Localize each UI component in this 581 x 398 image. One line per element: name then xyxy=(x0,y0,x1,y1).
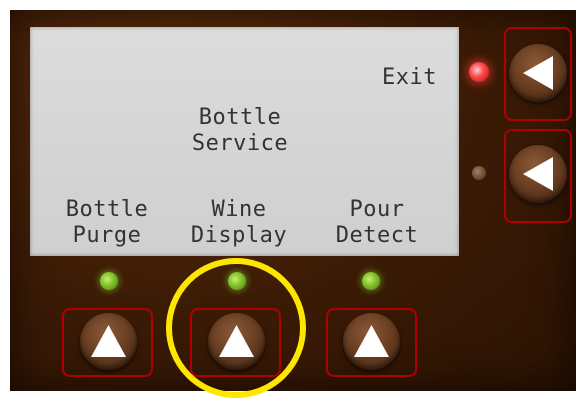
softkey-label-wine-display: Wine Display xyxy=(190,197,288,248)
exit-indicator-led xyxy=(469,62,489,82)
indicator-led-pour-detect xyxy=(362,272,380,290)
softkey-label-pour-detect: Pour Detect xyxy=(335,197,419,248)
left-arrow-icon xyxy=(523,157,553,191)
up-arrow-icon xyxy=(354,325,389,357)
bottle-purge-button[interactable] xyxy=(80,313,137,370)
highlight-circle xyxy=(166,258,306,398)
exit-label: Exit xyxy=(382,65,437,90)
indicator-led-bottle-purge xyxy=(100,272,118,290)
softkey-label-bottle-purge: Bottle Purge xyxy=(65,197,149,248)
side-indicator-led xyxy=(472,166,486,180)
side-button[interactable] xyxy=(509,145,567,203)
left-arrow-icon xyxy=(523,56,553,90)
lcd-screen: Exit Bottle Service Bottle Purge Wine Di… xyxy=(30,27,459,256)
exit-button[interactable] xyxy=(509,44,567,102)
pour-detect-button[interactable] xyxy=(343,313,400,370)
up-arrow-icon xyxy=(91,325,126,357)
screen-title: Bottle Service xyxy=(191,105,289,156)
